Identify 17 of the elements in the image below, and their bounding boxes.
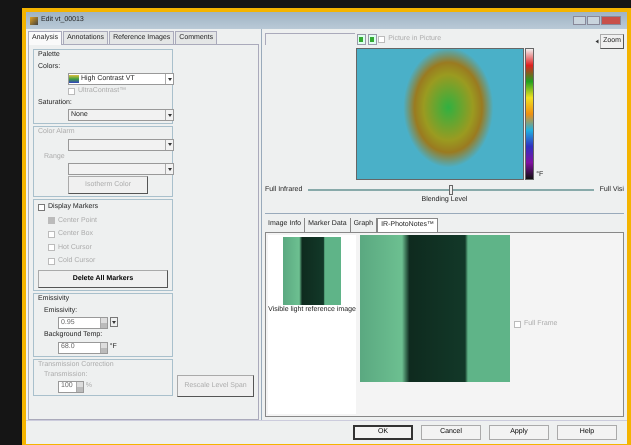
dropdown-button[interactable]: [110, 317, 118, 327]
checkbox[interactable]: [514, 320, 521, 328]
rotate-left-button[interactable]: [356, 34, 366, 44]
checkbox[interactable]: [48, 217, 55, 224]
checkbox[interactable]: [378, 36, 386, 42]
minimize-button[interactable]: [573, 16, 586, 25]
maximize-button[interactable]: [587, 16, 600, 25]
checkbox[interactable]: [48, 258, 55, 265]
slider-thumb[interactable]: [448, 185, 453, 195]
close-button[interactable]: [601, 16, 621, 25]
checkbox[interactable]: [38, 204, 45, 211]
rotate-right-button[interactable]: [368, 34, 376, 44]
checkbox[interactable]: [48, 244, 55, 252]
app-icon: [30, 16, 38, 24]
photo-placeholder: [283, 236, 341, 304]
checkbox[interactable]: [48, 230, 55, 238]
palette-swatch-icon: [69, 75, 79, 83]
